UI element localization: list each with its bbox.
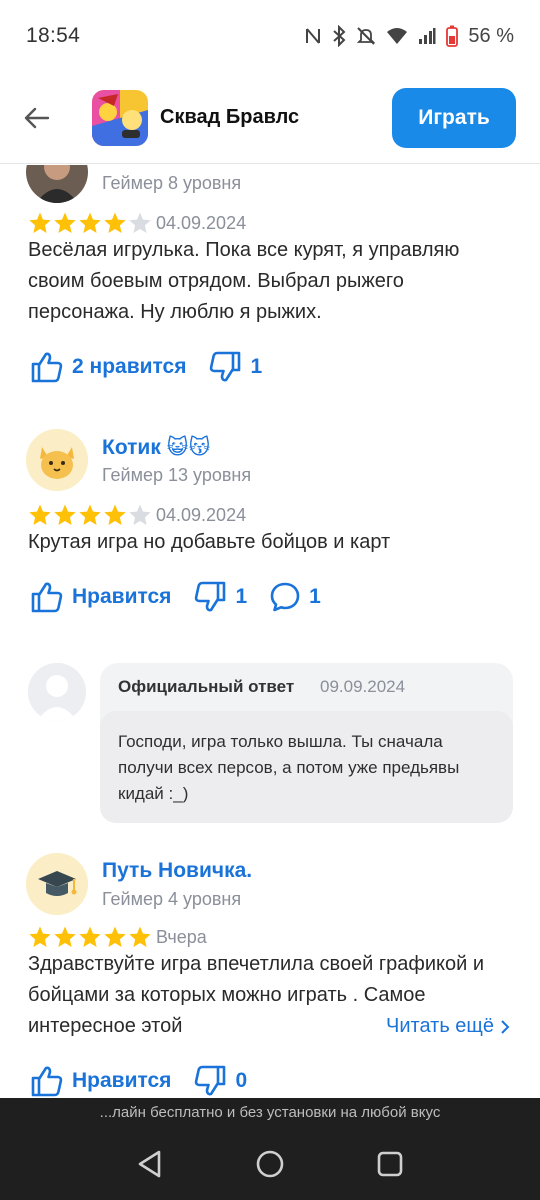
review-item: Путь Новичка. Геймер 4 уровня Вчера Здра…	[0, 853, 540, 1098]
user-avatar[interactable]	[26, 165, 88, 203]
like-button[interactable]: Нравится	[30, 581, 171, 613]
thumbs-up-icon	[31, 1066, 63, 1097]
app-icon	[92, 89, 148, 146]
dislike-button[interactable]: 1	[208, 351, 262, 383]
thumbs-up-icon	[31, 582, 63, 613]
signal-icon	[418, 27, 436, 45]
star-icon	[79, 926, 101, 947]
like-label: Нравится	[72, 1069, 172, 1092]
rating-stars	[28, 925, 152, 949]
dislike-button[interactable]: 1	[193, 581, 247, 613]
read-more-label: Читать ещё	[386, 1015, 494, 1037]
like-button[interactable]: 2 нравится	[30, 351, 186, 383]
back-button[interactable]	[2, 88, 72, 148]
star-icon	[104, 504, 126, 525]
official-reply-date: 09.09.2024	[320, 677, 406, 696]
app-header: Сквад Бравлс Играть	[0, 72, 540, 164]
nav-home-button[interactable]	[255, 1149, 285, 1179]
developer-avatar	[28, 663, 86, 721]
star-icon	[29, 504, 51, 525]
mute-icon	[356, 26, 376, 46]
status-time: 18:54	[26, 24, 81, 47]
bluetooth-icon	[332, 25, 346, 47]
star-icon	[54, 504, 76, 525]
bottom-ticker: ...лайн бесплатно и без установки на люб…	[0, 1098, 540, 1128]
rating-stars	[28, 211, 152, 235]
play-button[interactable]: Играть	[392, 88, 516, 148]
dislike-count: 1	[250, 355, 263, 378]
nfc-icon	[304, 26, 322, 46]
user-avatar[interactable]	[26, 429, 88, 491]
like-label: 2 нравится	[72, 355, 187, 378]
star-icon	[79, 212, 101, 233]
review-actions: 2 нравится 1	[30, 351, 284, 383]
review-text: Весёлая игрулька. Пока все курят, я упра…	[28, 239, 460, 323]
star-empty-icon	[129, 212, 151, 233]
star-icon	[129, 926, 151, 947]
review-item: Котик 😺😽 Геймер 13 уровня 04.09.2024 Кру…	[0, 429, 540, 619]
status-icons: 56 %	[304, 25, 514, 48]
nav-back-button[interactable]	[136, 1149, 164, 1179]
read-more-link[interactable]: Читать ещё	[364, 1011, 510, 1042]
triangle-back-icon	[138, 1150, 160, 1178]
review-actions: Нравится 0	[30, 1065, 269, 1097]
app-title: Сквад Бравлс	[160, 106, 300, 128]
nav-recents-button[interactable]	[376, 1150, 404, 1178]
status-bar: 18:54 56 %	[0, 0, 540, 72]
star-icon	[29, 926, 51, 947]
comment-count: 1	[309, 585, 321, 608]
rating-stars	[28, 503, 152, 527]
review-date: 04.09.2024	[156, 213, 247, 233]
star-empty-icon	[129, 504, 151, 525]
circle-home-icon	[256, 1150, 284, 1178]
star-icon	[104, 926, 126, 947]
star-icon	[104, 212, 126, 233]
review-date: Вчера	[156, 927, 207, 947]
user-name[interactable]: Котик 😺😽	[102, 435, 210, 460]
user-level: Геймер 13 уровня	[102, 465, 252, 485]
chevron-right-icon	[501, 1019, 510, 1034]
system-nav-bar	[0, 1128, 540, 1200]
like-label: Нравится	[72, 585, 172, 608]
dislike-count: 0	[235, 1069, 248, 1092]
official-reply-text: Господи, игра только вышла. Ты сначала п…	[118, 732, 460, 803]
thumbs-down-icon	[195, 581, 226, 612]
star-icon	[29, 212, 51, 233]
arrow-left-icon	[24, 107, 50, 128]
star-icon	[79, 504, 101, 525]
square-recents-icon	[378, 1151, 403, 1177]
dislike-button[interactable]: 0	[193, 1065, 247, 1097]
battery-percent: 56 %	[468, 24, 514, 47]
battery-icon	[446, 25, 459, 47]
thumbs-down-icon	[210, 351, 241, 382]
user-name[interactable]: Путь Новичка.	[102, 859, 252, 883]
wifi-icon	[386, 27, 408, 45]
thumbs-down-icon	[195, 1065, 226, 1096]
review-item: Геймер 8 уровня 04.09.2024 Весёлая игрул…	[0, 165, 540, 395]
reviews-list[interactable]: Геймер 8 уровня 04.09.2024 Весёлая игрул…	[0, 165, 540, 1098]
official-reply-label: Официальный ответ	[118, 677, 295, 696]
review-actions: Нравится 1 1	[30, 581, 343, 613]
review-date: 04.09.2024	[156, 505, 247, 525]
official-reply: Официальный ответ 09.09.2024 Господи, иг…	[100, 663, 513, 823]
user-level: Геймер 4 уровня	[102, 889, 242, 909]
star-icon	[54, 926, 76, 947]
star-icon	[54, 212, 76, 233]
review-text: Крутая игра но добавьте бойцов и карт	[28, 531, 391, 553]
comment-bubble-icon	[270, 582, 300, 612]
comment-button[interactable]: 1	[269, 581, 321, 613]
dislike-count: 1	[235, 585, 248, 608]
user-level: Геймер 8 уровня	[102, 173, 242, 193]
thumbs-up-icon	[31, 352, 63, 383]
like-button[interactable]: Нравится	[30, 1065, 171, 1097]
user-avatar[interactable]	[26, 853, 88, 915]
